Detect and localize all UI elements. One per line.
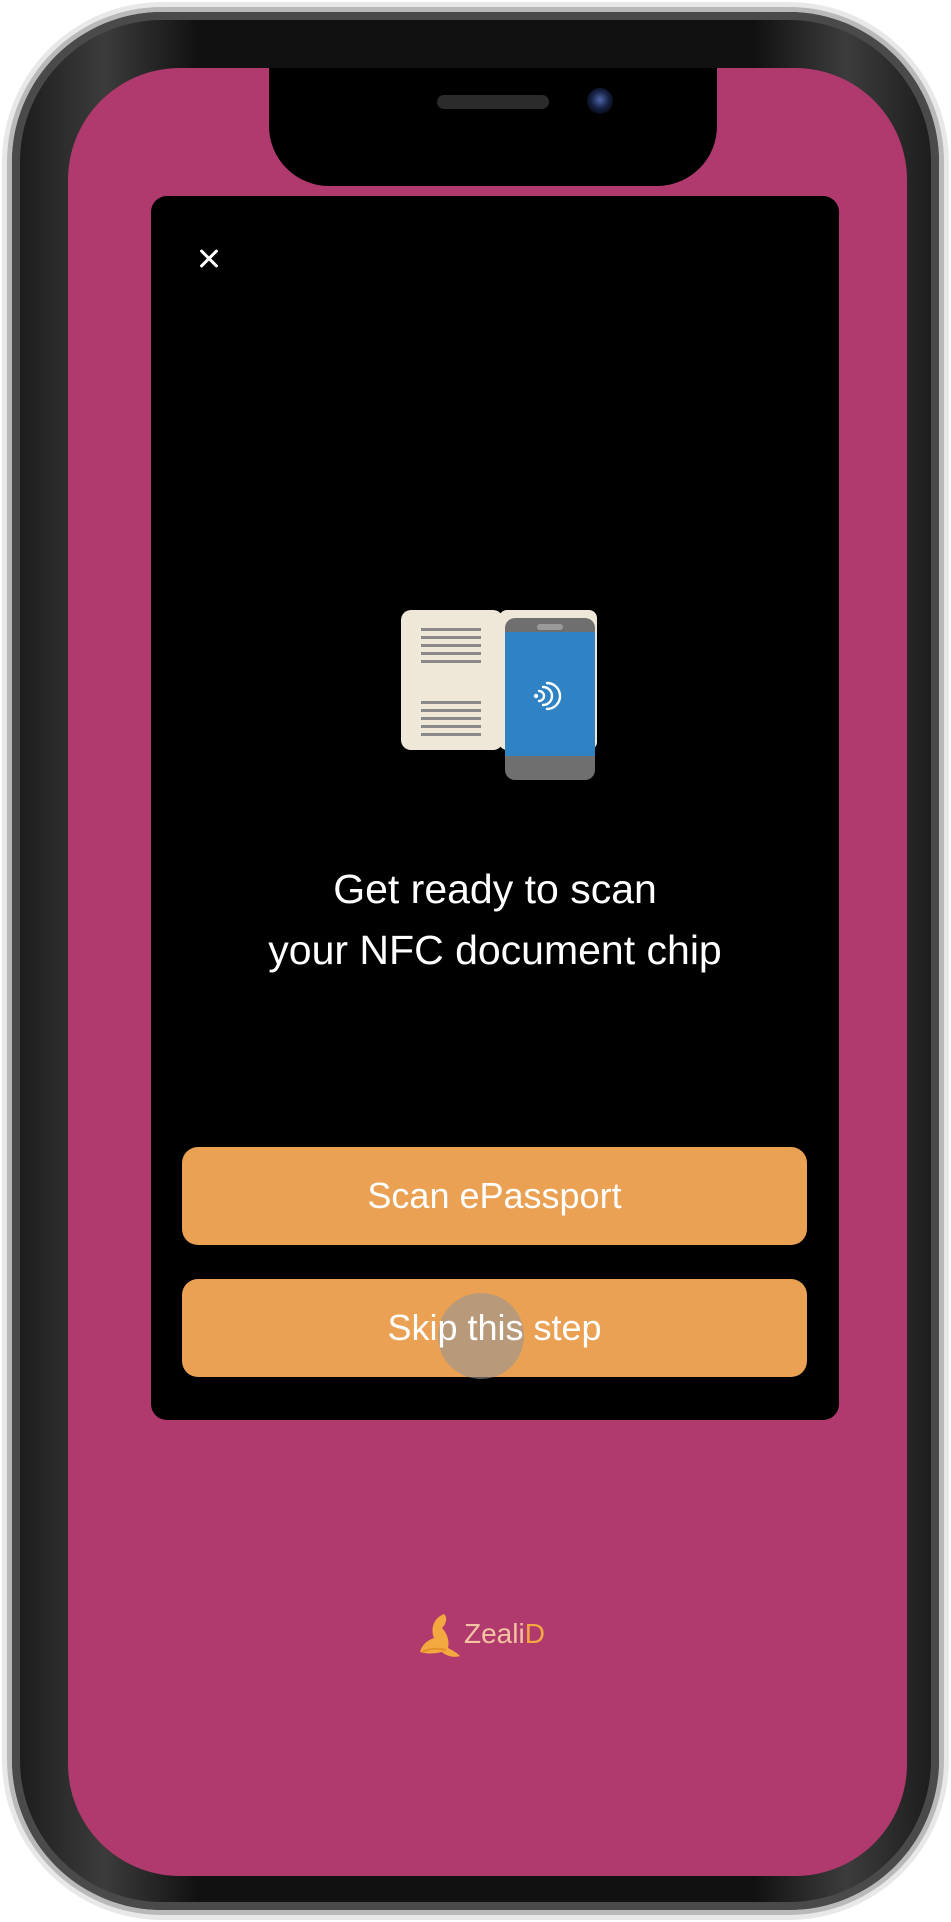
speaker-grille: [437, 95, 549, 109]
phone-frame: Get ready to scan your NFC document chip…: [12, 12, 939, 1910]
scan-epassport-label: Scan ePassport: [367, 1175, 622, 1216]
page-title: Get ready to scan your NFC document chip: [151, 859, 839, 981]
front-camera: [587, 88, 613, 114]
skip-step-label: Skip this step: [387, 1307, 602, 1348]
title-line-2: your NFC document chip: [268, 927, 722, 973]
zealid-wordmark-part2: D: [524, 1618, 545, 1649]
zealid-wordmark-part1: Zeali: [464, 1618, 525, 1649]
zealid-logo-icon: [420, 1614, 460, 1657]
zealid-brand: ZealiD: [416, 1608, 566, 1668]
nfc-scan-dialog: Get ready to scan your NFC document chip…: [151, 196, 839, 1420]
app-screen: Get ready to scan your NFC document chip…: [68, 68, 907, 1876]
skip-step-button[interactable]: Skip this step: [182, 1279, 807, 1379]
close-icon[interactable]: [189, 238, 229, 278]
phone-notch: [269, 68, 717, 186]
zealid-wordmark: ZealiD: [464, 1616, 545, 1652]
scan-epassport-button[interactable]: Scan ePassport: [182, 1147, 807, 1245]
title-line-1: Get ready to scan: [333, 866, 657, 912]
passport-phone-nfc-icon: [401, 610, 597, 780]
